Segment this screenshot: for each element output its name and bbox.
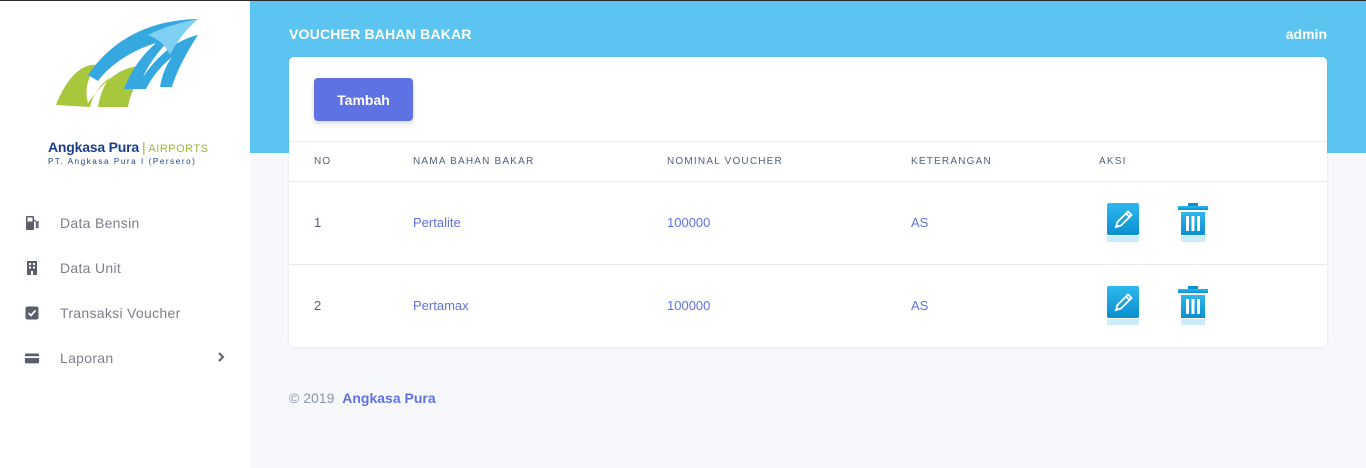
cell-nama: Pertalite <box>413 215 461 230</box>
sidebar-item-label: Laporan <box>60 349 114 366</box>
brand-name: Angkasa Pura <box>48 139 139 155</box>
trash-icon[interactable] <box>1175 284 1211 328</box>
cell-nama: Pertamax <box>413 298 469 313</box>
footer: © 2019 Angkasa Pura <box>289 390 436 406</box>
column-header-no: NO <box>314 156 332 167</box>
column-header-keterangan: KETERANGAN <box>911 156 992 167</box>
sidebar: Angkasa Pura | AIRPORTS PT. Angkasa Pura I… <box>0 0 250 468</box>
brand-separator: | <box>141 139 146 155</box>
brand-airports: AIRPORTS <box>148 143 209 155</box>
chevron-right-icon <box>218 352 225 362</box>
sidebar-item-data-unit[interactable]: Data Unit <box>0 245 250 290</box>
table-row: 2 Pertamax 100000 AS <box>289 265 1327 348</box>
sidebar-item-label: Transaksi Voucher <box>60 304 181 321</box>
cell-no: 1 <box>314 215 322 230</box>
sidebar-item-data-bensin[interactable]: Data Bensin <box>0 200 250 245</box>
voucher-table: NO NAMA BAHAN BAKAR NOMINAL VOUCHER KETE… <box>289 141 1327 348</box>
cell-keterangan: AS <box>911 298 929 313</box>
column-header-nominal: NOMINAL VOUCHER <box>667 156 783 167</box>
add-button[interactable]: Tambah <box>314 78 413 121</box>
copyright-text: © 2019 <box>289 390 335 406</box>
sidebar-nav: Data Bensin Data Unit Transaksi Voucher … <box>0 200 250 380</box>
column-header-nama: NAMA BAHAN BAKAR <box>413 156 535 167</box>
trash-icon[interactable] <box>1175 201 1211 245</box>
cell-keterangan: AS <box>911 215 929 230</box>
voucher-card: Tambah NO NAMA BAHAN BAKAR NOMINAL VOUCH… <box>289 57 1327 347</box>
checkbox-icon <box>24 305 40 321</box>
edit-icon[interactable] <box>1105 201 1141 245</box>
sidebar-item-laporan[interactable]: Laporan <box>0 335 250 380</box>
table-header: NO NAMA BAHAN BAKAR NOMINAL VOUCHER KETE… <box>289 141 1327 182</box>
cell-nominal: 100000 <box>667 215 711 230</box>
column-header-aksi: AKSI <box>1099 156 1127 167</box>
brand-subtitle: PT. Angkasa Pura I (Persero) <box>48 157 197 166</box>
footer-brand-link[interactable]: Angkasa Pura <box>342 390 435 406</box>
sidebar-item-transaksi-voucher[interactable]: Transaksi Voucher <box>0 290 250 335</box>
brand-text: Angkasa Pura | AIRPORTS PT. Angkasa Pura I… <box>48 139 208 166</box>
building-icon <box>24 260 40 276</box>
sidebar-item-label: Data Bensin <box>60 214 140 231</box>
sidebar-item-label: Data Unit <box>60 259 122 276</box>
gas-pump-icon <box>24 215 40 231</box>
cell-no: 2 <box>314 298 322 313</box>
cell-nominal: 100000 <box>667 298 711 313</box>
table-row: 1 Pertalite 100000 AS <box>289 182 1327 265</box>
page-title: VOUCHER BAHAN BAKAR <box>289 26 472 42</box>
edit-icon[interactable] <box>1105 284 1141 328</box>
user-menu[interactable]: admin <box>1286 26 1327 42</box>
credit-card-icon <box>24 350 40 366</box>
